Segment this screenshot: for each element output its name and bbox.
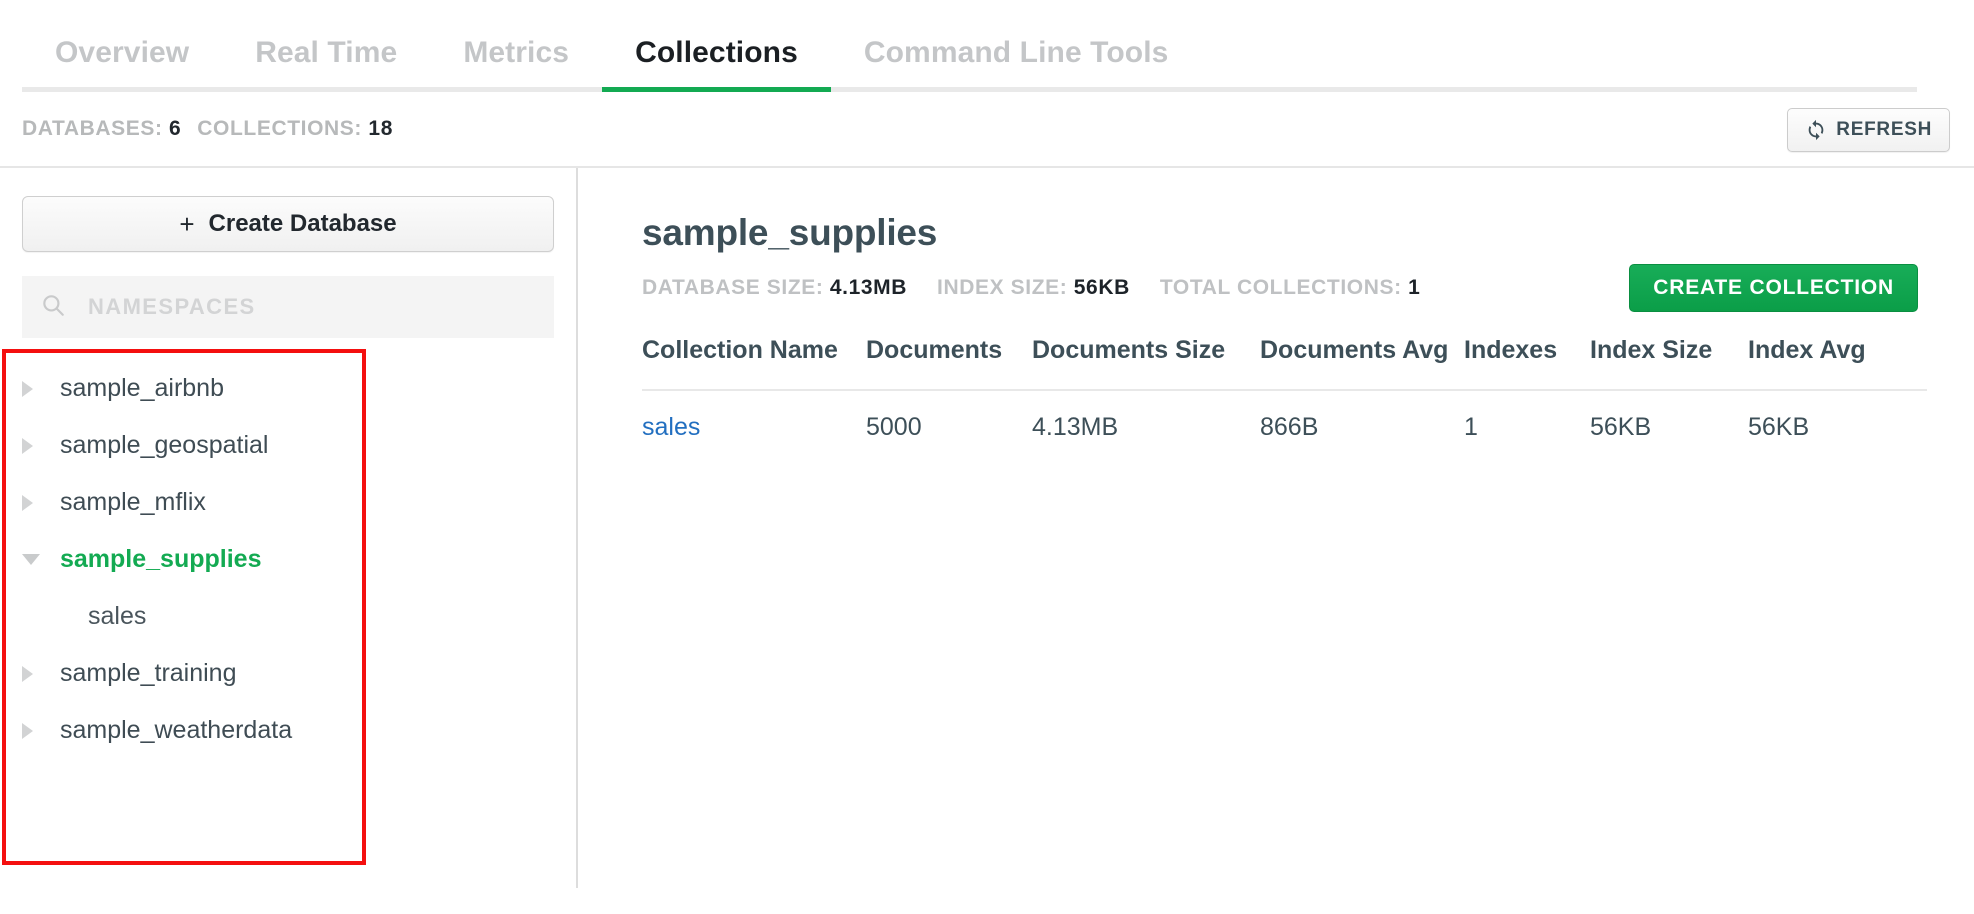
- database-detail-panel: sample_supplies DATABASE SIZE: 4.13MB IND…: [578, 168, 1974, 888]
- database-size-value: 4.13MB: [830, 276, 907, 299]
- chevron-right-icon[interactable]: [22, 495, 60, 511]
- tree-item-sample-supplies[interactable]: sample_supplies: [22, 531, 554, 588]
- collections-count: 18: [368, 117, 393, 140]
- tree-item-label: sales: [88, 602, 146, 631]
- column-header-indexes[interactable]: Indexes: [1464, 336, 1590, 390]
- chevron-right-icon[interactable]: [22, 666, 60, 682]
- cell-documents-size: 4.13MB: [1032, 390, 1260, 464]
- create-database-label: Create Database: [209, 210, 397, 238]
- tree-item-sales[interactable]: sales: [22, 588, 554, 645]
- cell-index-avg: 56KB: [1748, 390, 1927, 464]
- refresh-icon: [1805, 119, 1827, 141]
- tree-item-sample-training[interactable]: sample_training: [22, 645, 554, 702]
- chevron-right-icon[interactable]: [22, 381, 60, 397]
- cell-collection-name[interactable]: sales: [642, 390, 866, 464]
- tree-item-sample-geospatial[interactable]: sample_geospatial: [22, 417, 554, 474]
- chevron-right-icon[interactable]: [22, 438, 60, 454]
- tree-item-sample-weatherdata[interactable]: sample_weatherdata: [22, 702, 554, 759]
- cell-indexes: 1: [1464, 390, 1590, 464]
- namespaces-search-input[interactable]: NAMESPACES: [22, 276, 554, 338]
- databases-count: 6: [169, 117, 181, 140]
- search-icon: [40, 292, 66, 323]
- primary-tab-bar: Overview Real Time Metrics Collections C…: [0, 0, 1974, 92]
- cell-documents: 5000: [866, 390, 1032, 464]
- collection-link-sales[interactable]: sales: [642, 413, 700, 441]
- tree-item-label: sample_mflix: [60, 488, 206, 517]
- database-size-label: DATABASE SIZE:: [642, 276, 823, 299]
- tree-item-label: sample_weatherdata: [60, 716, 292, 745]
- collections-body: + Create Database NAMESPACES sample_airb…: [0, 166, 1974, 888]
- column-header-collection-name[interactable]: Collection Name: [642, 336, 866, 390]
- refresh-button[interactable]: REFRESH: [1787, 108, 1950, 152]
- collections-table: Collection Name Documents Documents Size…: [642, 336, 1927, 464]
- namespaces-tree: sample_airbnb sample_geospatial sample_m…: [22, 360, 554, 759]
- create-database-button[interactable]: + Create Database: [22, 196, 554, 252]
- table-row: sales 5000 4.13MB 866B 1 56KB 56KB: [642, 390, 1927, 464]
- chevron-down-icon[interactable]: [22, 554, 60, 565]
- tree-item-label: sample_supplies: [60, 545, 261, 574]
- tree-item-label: sample_training: [60, 659, 237, 688]
- tab-metrics[interactable]: Metrics: [430, 36, 602, 92]
- page-title: sample_supplies: [642, 212, 1974, 254]
- index-size-label: INDEX SIZE:: [937, 276, 1067, 299]
- tab-command-line-tools[interactable]: Command Line Tools: [831, 36, 1202, 92]
- namespaces-sidebar: + Create Database NAMESPACES sample_airb…: [0, 168, 578, 888]
- column-header-documents-size[interactable]: Documents Size: [1032, 336, 1260, 390]
- chevron-right-icon[interactable]: [22, 723, 60, 739]
- create-collection-label: CREATE COLLECTION: [1653, 276, 1894, 300]
- column-header-index-size[interactable]: Index Size: [1590, 336, 1748, 390]
- tab-real-time[interactable]: Real Time: [222, 36, 430, 92]
- column-header-index-avg[interactable]: Index Avg: [1748, 336, 1927, 390]
- namespaces-search-placeholder: NAMESPACES: [88, 294, 256, 320]
- database-stats-bar: DATABASES: 6 COLLECTIONS: 18 REFRESH: [0, 92, 1974, 166]
- tree-item-sample-mflix[interactable]: sample_mflix: [22, 474, 554, 531]
- tab-collections[interactable]: Collections: [602, 36, 831, 92]
- tree-item-label: sample_airbnb: [60, 374, 224, 403]
- cell-index-size: 56KB: [1590, 390, 1748, 464]
- cell-documents-avg: 866B: [1260, 390, 1464, 464]
- column-header-documents[interactable]: Documents: [866, 336, 1032, 390]
- namespace-counts: DATABASES: 6 COLLECTIONS: 18: [22, 117, 393, 141]
- tree-item-label: sample_geospatial: [60, 431, 268, 460]
- refresh-label: REFRESH: [1836, 119, 1932, 141]
- column-header-documents-avg[interactable]: Documents Avg: [1260, 336, 1464, 390]
- table-header-row: Collection Name Documents Documents Size…: [642, 336, 1927, 390]
- create-collection-button[interactable]: CREATE COLLECTION: [1629, 264, 1918, 312]
- databases-label: DATABASES:: [22, 117, 163, 140]
- collections-label: COLLECTIONS:: [197, 117, 362, 140]
- tree-item-sample-airbnb[interactable]: sample_airbnb: [22, 360, 554, 417]
- index-size-value: 56KB: [1074, 276, 1130, 299]
- total-collections-label: TOTAL COLLECTIONS:: [1160, 276, 1402, 299]
- plus-icon: +: [179, 209, 194, 240]
- tab-overview[interactable]: Overview: [22, 36, 222, 92]
- total-collections-value: 1: [1408, 276, 1420, 299]
